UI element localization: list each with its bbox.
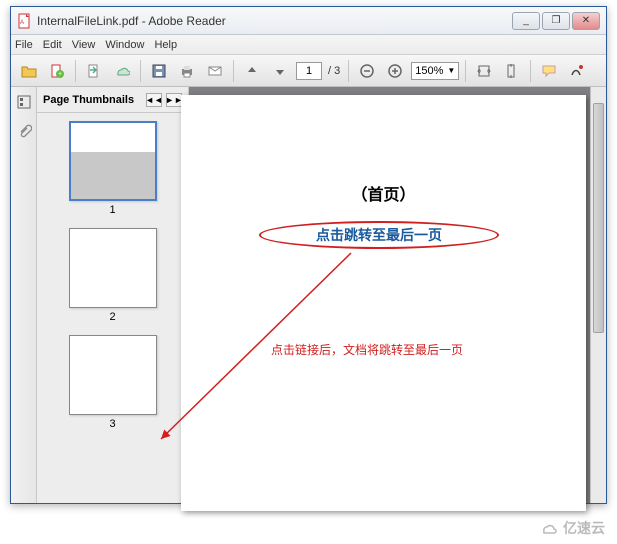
window-controls: _ ❐ ✕ <box>512 12 600 30</box>
window-title: InternalFileLink.pdf - Adobe Reader <box>37 14 512 28</box>
panel-next-button[interactable]: ►► <box>166 93 182 107</box>
comment-icon[interactable] <box>537 59 561 83</box>
thumbnails-panel: Page Thumbnails ◄◄ ►► 1 2 3 <box>37 87 189 503</box>
attachments-tab-icon[interactable] <box>15 123 33 141</box>
thumbnail-number: 1 <box>69 204 157 216</box>
page-up-icon[interactable] <box>240 59 264 83</box>
menu-window[interactable]: Window <box>105 39 144 51</box>
save-icon[interactable] <box>147 59 171 83</box>
thumbnail[interactable]: 1 <box>69 121 157 216</box>
menu-file[interactable]: File <box>15 39 33 51</box>
panel-header: Page Thumbnails ◄◄ ►► <box>37 87 188 113</box>
page-input[interactable]: 1 <box>296 62 322 80</box>
open-file-icon[interactable] <box>17 59 41 83</box>
document-area: （首页） 点击跳转至最后一页 点击链接后，文档将跳转至最后一页 <box>189 87 606 503</box>
print-icon[interactable] <box>175 59 199 83</box>
create-pdf-icon[interactable]: + <box>45 59 69 83</box>
cloud-icon[interactable] <box>110 59 134 83</box>
fit-page-icon[interactable] <box>500 59 524 83</box>
panel-prev-button[interactable]: ◄◄ <box>146 93 162 107</box>
close-button[interactable]: ✕ <box>572 12 600 30</box>
page-total: / 3 <box>328 65 340 77</box>
svg-text:A: A <box>20 20 24 26</box>
minimize-button[interactable]: _ <box>512 12 540 30</box>
thumbnail-page <box>69 335 157 415</box>
vertical-scrollbar[interactable] <box>590 87 606 503</box>
maximize-button[interactable]: ❐ <box>542 12 570 30</box>
thumbnails-list: 1 2 3 <box>37 113 188 503</box>
menu-edit[interactable]: Edit <box>43 39 62 51</box>
thumbnail-page <box>69 228 157 308</box>
thumbnail-number: 2 <box>69 311 157 323</box>
zoom-out-icon[interactable] <box>355 59 379 83</box>
pdf-page: （首页） 点击跳转至最后一页 点击链接后，文档将跳转至最后一页 <box>181 95 586 511</box>
scrollbar-thumb[interactable] <box>593 103 604 333</box>
pdf-icon: A <box>17 13 33 29</box>
zoom-in-icon[interactable] <box>383 59 407 83</box>
cloud-logo-icon <box>539 521 559 535</box>
annotation-ellipse: 点击跳转至最后一页 <box>259 221 499 249</box>
sign-icon[interactable] <box>565 59 589 83</box>
watermark: 亿速云 <box>539 518 605 538</box>
left-rail <box>11 87 37 503</box>
menu-view[interactable]: View <box>72 39 96 51</box>
page-down-icon[interactable] <box>268 59 292 83</box>
titlebar: A InternalFileLink.pdf - Adobe Reader _ … <box>11 7 606 35</box>
app-window: A InternalFileLink.pdf - Adobe Reader _ … <box>10 6 607 504</box>
thumbnail-page <box>69 121 157 201</box>
internal-link[interactable]: 点击跳转至最后一页 <box>316 225 442 245</box>
thumbnails-tab-icon[interactable] <box>15 93 33 111</box>
menu-help[interactable]: Help <box>154 39 177 51</box>
annotation-text: 点击链接后，文档将跳转至最后一页 <box>271 341 463 358</box>
thumbnail[interactable]: 2 <box>69 228 157 323</box>
chevron-down-icon: ▼ <box>447 66 455 75</box>
email-icon[interactable] <box>203 59 227 83</box>
thumbnail-number: 3 <box>69 418 157 430</box>
zoom-select[interactable]: 150%▼ <box>411 62 459 80</box>
thumbnail[interactable]: 3 <box>69 335 157 430</box>
page-title: （首页） <box>181 181 586 205</box>
toolbar: + 1 / 3 150%▼ <box>11 55 606 87</box>
menubar: File Edit View Window Help <box>11 35 606 55</box>
fit-width-icon[interactable] <box>472 59 496 83</box>
svg-text:+: + <box>58 71 62 78</box>
workarea: Page Thumbnails ◄◄ ►► 1 2 3 <box>11 87 606 503</box>
export-pdf-icon[interactable] <box>82 59 106 83</box>
panel-title: Page Thumbnails <box>43 94 142 106</box>
